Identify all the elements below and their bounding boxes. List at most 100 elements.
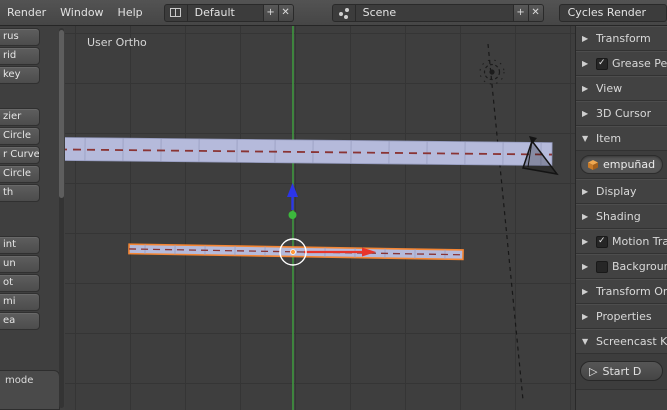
scene-name: Scene	[362, 6, 397, 19]
expand-arrow-icon	[582, 102, 592, 125]
beam-object[interactable]	[65, 137, 553, 166]
menu-help[interactable]: Help	[111, 0, 150, 26]
close-layout-button[interactable]: ✕	[278, 3, 294, 22]
panel-label: Transform	[596, 32, 651, 45]
add-scene-button[interactable]: +	[513, 3, 529, 22]
panel-transform[interactable]: Transform	[576, 26, 667, 51]
panel-grease-pencil[interactable]: Grease Pe	[576, 51, 667, 76]
expand-arrow-icon	[582, 27, 592, 50]
constraint-dashed-line	[487, 43, 524, 401]
view-orientation-label: User Ortho	[87, 36, 147, 49]
expand-arrow-icon	[582, 280, 592, 303]
panel-view[interactable]: View	[576, 76, 667, 101]
screen-layout-name-field[interactable]: Default	[187, 3, 264, 22]
panel-label: Item	[596, 132, 622, 145]
grease-pencil-checkbox[interactable]	[596, 57, 608, 70]
blender-window: Render Window Help Default + ✕ Scene + ✕…	[0, 0, 667, 410]
plus-icon: +	[266, 7, 275, 18]
screen-layout-dropdown[interactable]	[163, 3, 188, 22]
expand-arrow-icon	[582, 127, 592, 150]
expand-arrow-icon	[582, 305, 592, 328]
panel-motion-tracking[interactable]: Motion Tra	[576, 229, 667, 254]
expand-arrow-icon	[582, 52, 592, 75]
selected-object[interactable]	[128, 243, 464, 261]
panel-label: Grease Pe	[612, 57, 667, 70]
panel-label: 3D Cursor	[596, 107, 652, 120]
expand-arrow-icon	[582, 255, 592, 278]
toolshelf-scrollbar-thumb[interactable]	[59, 30, 64, 198]
expand-arrow-icon	[582, 230, 592, 253]
panel-label: Properties	[596, 310, 652, 323]
expand-arrow-icon	[582, 205, 592, 228]
mode-panel-header[interactable]: mode	[0, 370, 60, 410]
panel-label: Motion Tra	[612, 235, 667, 248]
plus-icon: +	[516, 7, 525, 18]
tool-button-grid[interactable]: rid	[0, 47, 40, 65]
panel-screencast-keys[interactable]: Screencast Ke	[576, 329, 667, 354]
blue-axis-arrowhead[interactable]	[287, 183, 298, 197]
menu-render[interactable]: Render	[0, 0, 53, 26]
expand-arrow-icon	[582, 77, 592, 100]
screencast-panel-content: Start D	[576, 354, 667, 390]
tool-button-circle[interactable]: Circle	[0, 127, 40, 145]
start-button-label: Start D	[602, 364, 642, 378]
tool-shelf: rus rid key zier Circle r Curve Circle t…	[0, 26, 65, 410]
screen-layout-selector: Default + ✕	[163, 3, 294, 22]
tool-button-point-lamp[interactable]: int	[0, 236, 40, 254]
item-name-field[interactable]: empuñadur	[580, 155, 663, 174]
tool-button-monkey[interactable]: key	[0, 66, 40, 84]
tool-button-nurbs-circle[interactable]: Circle	[0, 165, 40, 183]
toolshelf-scrollbar[interactable]	[59, 28, 64, 408]
close-icon: ✕	[531, 7, 540, 18]
panel-label: Shading	[596, 210, 641, 223]
panel-label: Display	[596, 185, 637, 198]
panel-shading[interactable]: Shading	[576, 204, 667, 229]
tool-button-area-lamp[interactable]: ea	[0, 312, 40, 330]
properties-region: Transform Grease Pe View 3D Cursor Item	[575, 26, 667, 410]
tool-button-nurbs-curve[interactable]: r Curve	[0, 146, 40, 164]
object-origin-dot	[290, 249, 296, 255]
mesh-data-icon	[588, 159, 598, 170]
tool-button-spot-lamp[interactable]: ot	[0, 274, 40, 292]
tool-button-hemi-lamp[interactable]: mi	[0, 293, 40, 311]
motion-tracking-checkbox[interactable]	[596, 235, 608, 248]
green-axis-handle[interactable]	[288, 211, 297, 219]
panel-label: Screencast Ke	[596, 335, 667, 348]
tool-button-sun-lamp[interactable]: un	[0, 255, 40, 273]
menu-window[interactable]: Window	[53, 0, 110, 26]
panel-label: Transform Ori	[596, 285, 667, 298]
viewport-scene	[65, 26, 559, 410]
background-images-checkbox[interactable]	[596, 260, 608, 273]
expand-arrow-icon	[582, 180, 592, 203]
mode-panel-label: mode	[5, 375, 34, 386]
close-icon: ✕	[281, 7, 290, 18]
panel-label: View	[596, 82, 623, 95]
screen-layout-name: Default	[194, 6, 235, 19]
panel-properties[interactable]: Properties	[576, 304, 667, 329]
scene-datablock-icon	[338, 7, 349, 18]
panel-transform-orientations[interactable]: Transform Ori	[576, 279, 667, 304]
tool-button-path[interactable]: th	[0, 184, 40, 202]
panel-3d-cursor[interactable]: 3D Cursor	[576, 101, 667, 126]
add-layout-button[interactable]: +	[263, 3, 279, 22]
item-panel-content: empuñadur	[576, 151, 667, 179]
panel-label: Backgroun	[612, 260, 667, 273]
3d-viewport[interactable]: User Ortho	[65, 26, 575, 410]
render-engine-dropdown[interactable]: Cycles Render	[558, 3, 667, 22]
panel-display[interactable]: Display	[576, 179, 667, 204]
info-header: Render Window Help Default + ✕ Scene + ✕…	[0, 0, 667, 26]
scene-dropdown[interactable]	[331, 3, 356, 22]
play-icon	[589, 365, 597, 378]
scene-selector: Scene + ✕	[331, 3, 544, 22]
panel-background-images[interactable]: Backgroun	[576, 254, 667, 279]
lamp-object[interactable]	[479, 59, 505, 85]
expand-arrow-icon	[582, 330, 592, 353]
tool-button-torus[interactable]: rus	[0, 28, 40, 46]
translate-manipulator[interactable]	[279, 183, 376, 266]
scene-name-field[interactable]: Scene	[355, 3, 514, 22]
start-display-button[interactable]: Start D	[580, 361, 663, 381]
tool-button-bezier[interactable]: zier	[0, 108, 40, 126]
screen-layout-icon	[170, 8, 182, 17]
panel-item[interactable]: Item	[576, 126, 667, 151]
close-scene-button[interactable]: ✕	[528, 3, 544, 22]
